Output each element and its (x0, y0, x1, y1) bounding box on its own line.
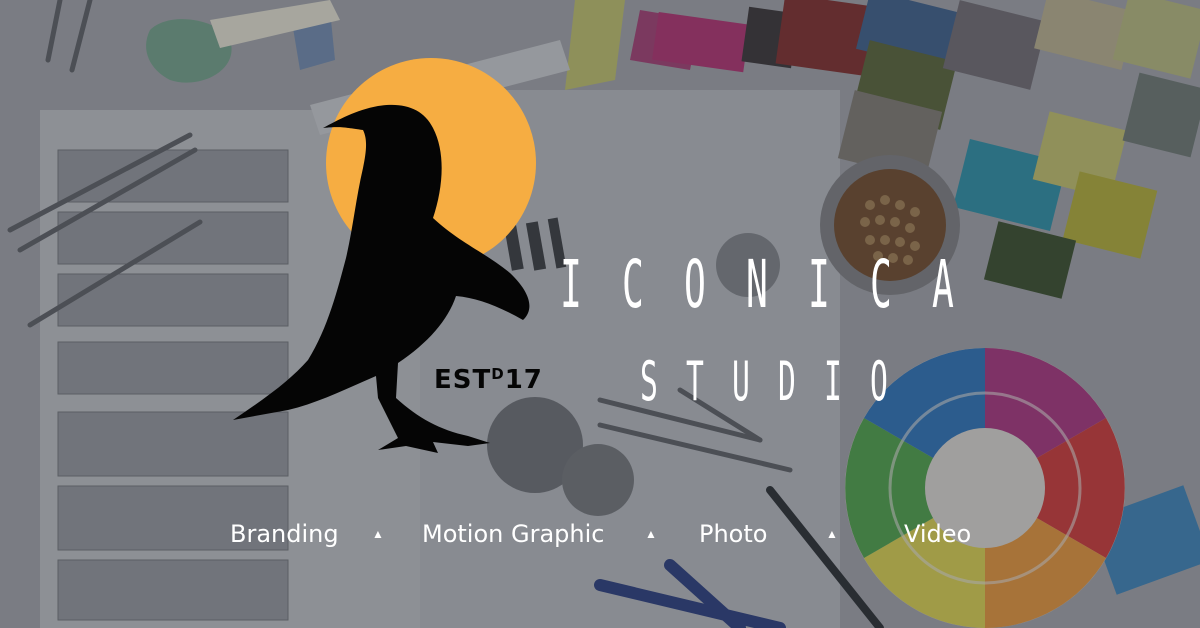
triangle-separator-icon: ▲ (645, 527, 657, 541)
service-motion-graphic: Motion Graphic (422, 520, 605, 548)
brand-letter: C (622, 246, 644, 323)
triangle-separator-icon: ▲ (826, 527, 838, 541)
subtitle-letter: U (732, 350, 750, 413)
subtitle-letter: S (640, 350, 658, 413)
subtitle-letter: I (824, 350, 842, 413)
service-photo: Photo (699, 520, 768, 548)
brand-letter: O (684, 246, 706, 323)
service-video: Video (904, 520, 972, 548)
service-branding: Branding (230, 520, 339, 548)
crow-logo: ESTD17 (233, 58, 543, 454)
established-mark: ESTD17 (434, 365, 543, 395)
subtitle-letter: D (778, 350, 796, 413)
brand-subtitle: S T U D I O (640, 352, 910, 412)
brand-letter: I (560, 246, 582, 323)
brand-wordmark: I C O N I C A (560, 250, 980, 320)
subtitle-letter: O (870, 350, 888, 413)
brand-letter: C (870, 246, 892, 323)
brand-letter: N (746, 246, 768, 323)
triangle-separator-icon: ▲ (372, 527, 384, 541)
banner: ESTD17 I C O N I C A S T U D I O Brandin… (0, 0, 1200, 628)
subtitle-letter: T (686, 350, 704, 413)
brand-letter: A (932, 246, 954, 323)
brand-letter: I (808, 246, 830, 323)
svg-text:ESTD17: ESTD17 (434, 365, 543, 395)
services-list: Branding ▲ Motion Graphic ▲ Photo ▲ Vide… (230, 514, 990, 554)
